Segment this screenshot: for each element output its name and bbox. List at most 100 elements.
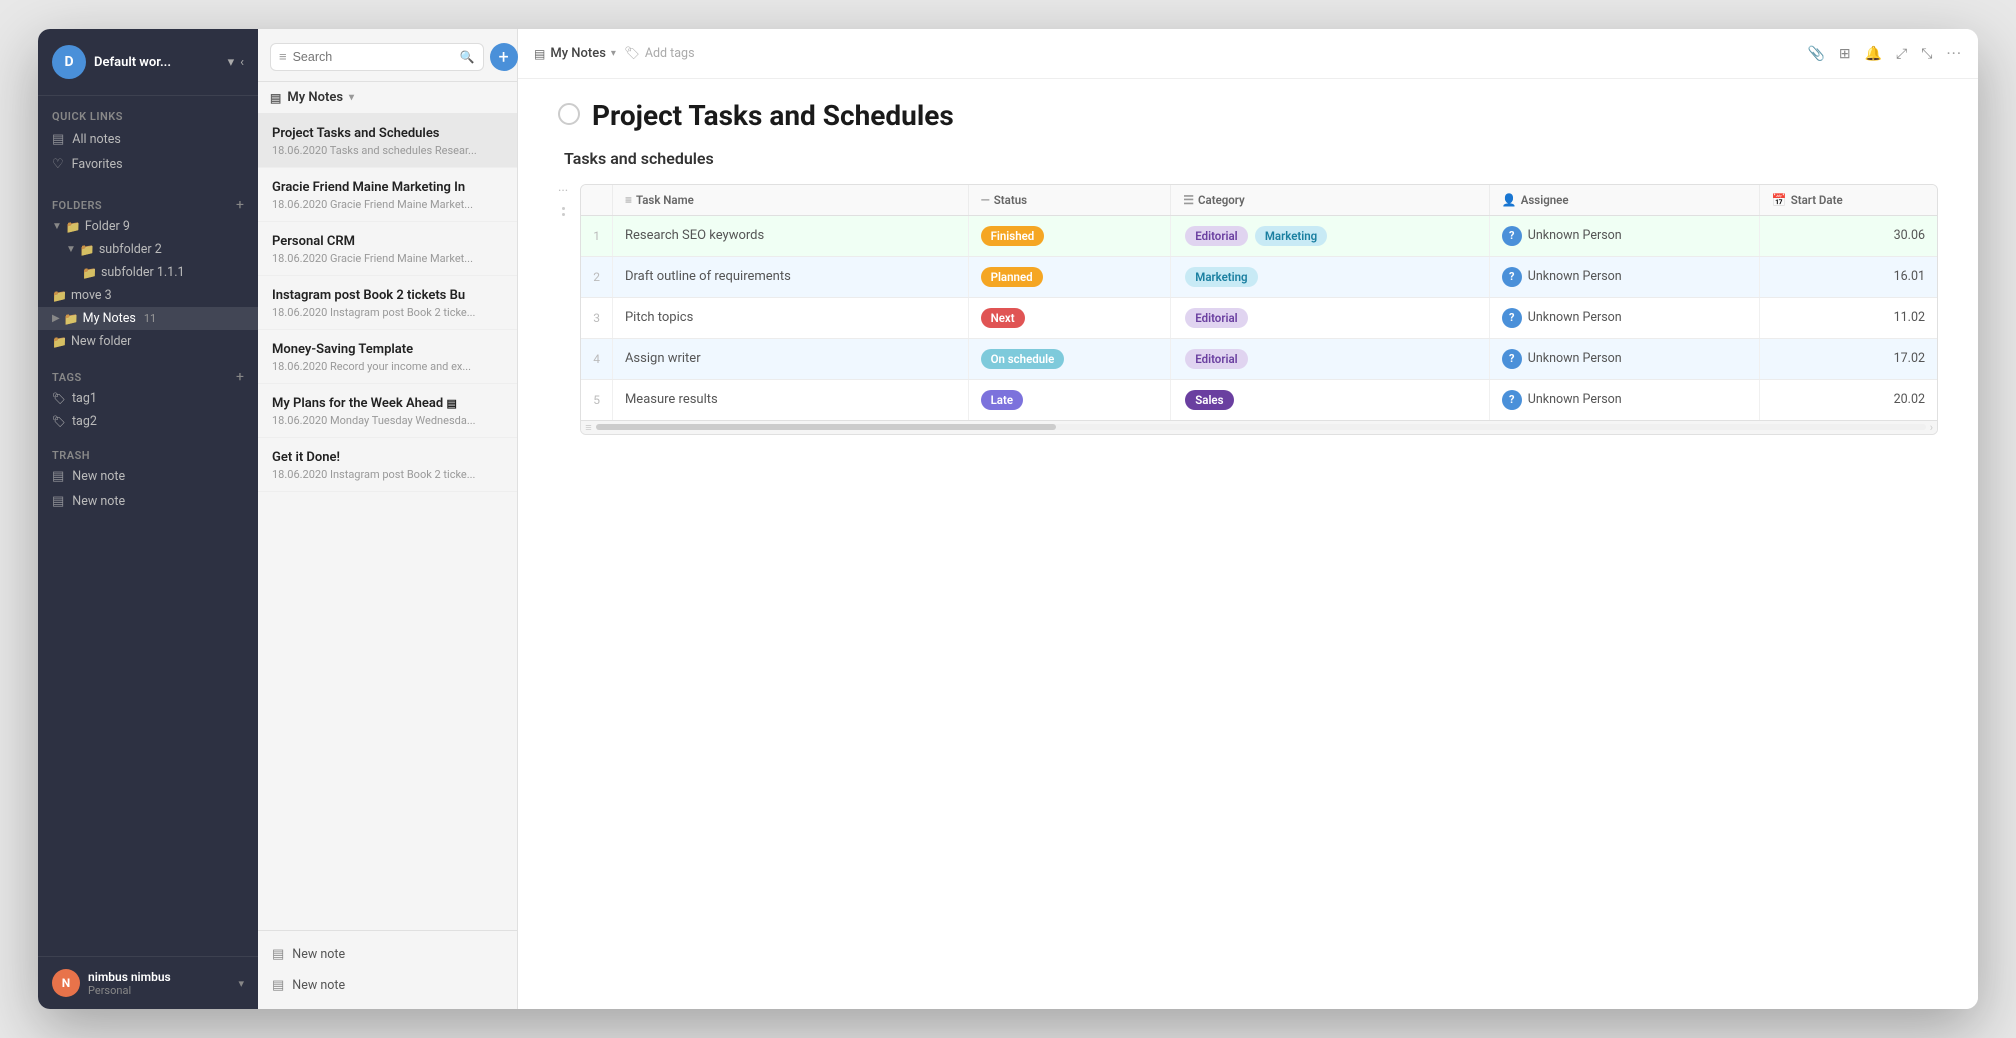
status-cell: Planned — [968, 256, 1171, 297]
add-tag-button[interactable]: + — [236, 369, 244, 385]
th-start-date[interactable]: 📅Start Date — [1759, 185, 1937, 216]
subfolder-1-1-1-row[interactable]: 📁 subfolder 1.1.1 — [38, 261, 258, 284]
chevron-down-icon[interactable]: ▾ — [611, 48, 616, 59]
th-task-name[interactable]: ≡Task Name — [612, 185, 968, 216]
category-cell: Sales — [1171, 379, 1490, 420]
task-name-cell: Assign writer — [612, 338, 968, 379]
more-icon[interactable]: ··· — [1946, 44, 1962, 63]
bell-icon[interactable]: 🔔 — [1865, 46, 1882, 62]
search-input[interactable] — [293, 50, 454, 64]
assignee-name: Unknown Person — [1528, 351, 1622, 366]
heart-icon: ♡ — [52, 157, 64, 172]
table-scroll-bar[interactable]: ≡ › — [581, 420, 1937, 434]
add-folder-button[interactable]: + — [236, 197, 244, 213]
category-cell: Editorial — [1171, 297, 1490, 338]
subfolder-2-row[interactable]: ▼ 📁 subfolder 2 — [38, 238, 258, 261]
th-assignee-icon: 👤 — [1502, 193, 1517, 207]
note-item-title: Money-Saving Template — [272, 342, 503, 357]
middle-footer: ▤ New note ▤ New note — [258, 930, 517, 1009]
assignee-cell: ? Unknown Person — [1489, 256, 1759, 297]
note-item-meta: 18.06.2020 Gracie Friend Maine Market... — [272, 198, 503, 211]
list-item[interactable]: My Plans for the Week Ahead ▤ 18.06.2020… — [258, 384, 517, 438]
note-item-title: Personal CRM — [272, 234, 503, 249]
folders-header: Folders + — [38, 191, 258, 215]
category-cell: Editorial Marketing — [1171, 215, 1490, 256]
sidebar-item-trash-note1[interactable]: ▤ New note — [38, 464, 258, 489]
sidebar-item-trash-note2[interactable]: ▤ New note — [38, 489, 258, 514]
assignee-cell: ? Unknown Person — [1489, 297, 1759, 338]
th-assignee[interactable]: 👤Assignee — [1489, 185, 1759, 216]
list-item[interactable]: Personal CRM 18.06.2020 Gracie Friend Ma… — [258, 222, 517, 276]
close-panel-icon[interactable]: ‹ — [240, 55, 244, 70]
new-note-button-1[interactable]: ▤ New note — [258, 939, 517, 970]
chevron-down-icon[interactable]: ▾ — [349, 92, 354, 103]
note-subtitle: Tasks and schedules — [558, 149, 1938, 168]
toolbar-right: 📎 ⊞ 🔔 ⤢ ⤡ ··· — [1807, 44, 1962, 63]
sidebar-item-tag2[interactable]: 🏷 tag2 — [38, 410, 258, 433]
user-avatar: N — [52, 969, 80, 997]
plus-icon: ▤ — [272, 947, 284, 962]
table-row: 4 Assign writer On schedule Editorial — [581, 338, 1937, 379]
more-options-icon[interactable]: ··· — [558, 184, 568, 199]
my-notes-row[interactable]: ▶ 📁 My Notes 11 — [38, 307, 258, 330]
expand-icon[interactable]: ⤡ — [1921, 46, 1932, 62]
note-item-meta: 18.06.2020 Instagram post Book 2 ticke..… — [272, 306, 503, 319]
th-category-icon: ☰ — [1183, 193, 1194, 207]
tasks-table: ≡Task Name —Status ☰Category — [581, 185, 1937, 420]
table-row: 2 Draft outline of requirements Planned … — [581, 256, 1937, 297]
note-icon: ▤ — [52, 494, 64, 509]
list-item[interactable]: Gracie Friend Maine Marketing In 18.06.2… — [258, 168, 517, 222]
folder-label-bar: ▤ My Notes ▾ — [258, 82, 517, 114]
th-status[interactable]: —Status — [968, 185, 1171, 216]
filter-rows-icon[interactable]: ≡ — [585, 421, 591, 434]
folder-icon: 📁 — [66, 220, 81, 234]
table-row: 3 Pitch topics Next Editorial — [581, 297, 1937, 338]
chevron-down-icon[interactable]: ▾ — [228, 55, 235, 70]
assignee-avatar: ? — [1502, 308, 1522, 328]
note-item-meta: 18.06.2020 Monday Tuesday Wednesda... — [272, 414, 503, 427]
new-note-button-2[interactable]: ▤ New note — [258, 970, 517, 1001]
new-folder-row[interactable]: 📁 New folder — [38, 330, 258, 353]
category-badge: Marketing — [1185, 267, 1257, 287]
assignee-cell: ? Unknown Person — [1489, 379, 1759, 420]
status-badge: Planned — [981, 267, 1043, 287]
list-item[interactable]: Get it Done! 18.06.2020 Instagram post B… — [258, 438, 517, 492]
user-menu-arrow[interactable]: ▾ — [238, 977, 244, 990]
note-check-circle[interactable] — [558, 103, 580, 125]
list-item[interactable]: Instagram post Book 2 tickets Bu 18.06.2… — [258, 276, 517, 330]
sidebar-item-tag1[interactable]: 🏷 tag1 — [38, 387, 258, 410]
assignee-avatar: ? — [1502, 226, 1522, 246]
task-name-cell: Pitch topics — [612, 297, 968, 338]
share-icon[interactable]: ⤢ — [1896, 46, 1907, 62]
quick-links-section: Quick Links ▤ All notes ♡ Favorites — [38, 96, 258, 181]
move-3-row[interactable]: 📁 move 3 — [38, 284, 258, 307]
table-body: 1 Research SEO keywords Finished Editori… — [581, 215, 1937, 420]
filter-icon: ≡ — [279, 49, 287, 65]
date-cell: 11.02 — [1759, 297, 1937, 338]
grid-icon[interactable]: ⊞ — [1839, 46, 1851, 62]
status-badge: Finished — [981, 226, 1045, 246]
sidebar-item-all-notes[interactable]: ▤ All notes — [38, 127, 258, 152]
search-bar: ≡ 🔍 — [270, 43, 484, 71]
attach-icon[interactable]: 📎 — [1807, 46, 1824, 62]
row-number: 2 — [581, 256, 612, 297]
folder-icon: 📁 — [64, 312, 79, 326]
list-item[interactable]: Project Tasks and Schedules 18.06.2020 T… — [258, 114, 517, 168]
status-cell: Late — [968, 379, 1171, 420]
list-item[interactable]: Money-Saving Template 18.06.2020 Record … — [258, 330, 517, 384]
status-badge: On schedule — [981, 349, 1065, 369]
sidebar-item-favorites[interactable]: ♡ Favorites — [38, 152, 258, 177]
tag-icon: 🏷 — [52, 415, 66, 428]
th-category[interactable]: ☰Category — [1171, 185, 1490, 216]
workspace-avatar: D — [52, 45, 86, 79]
add-tags-area[interactable]: 🏷 Add tags — [624, 46, 695, 61]
folder-9-row[interactable]: ▼ 📁 Folder 9 — [38, 215, 258, 238]
row-number: 1 — [581, 215, 612, 256]
quick-links-title: Quick Links — [38, 106, 258, 127]
note-item-meta: 18.06.2020 Gracie Friend Maine Market... — [272, 252, 503, 265]
category-badge: Marketing — [1255, 226, 1327, 246]
add-note-button[interactable]: + — [490, 43, 518, 71]
scroll-right-icon[interactable]: › — [1930, 421, 1933, 434]
assignee-avatar: ? — [1502, 267, 1522, 287]
assignee-avatar: ? — [1502, 390, 1522, 410]
